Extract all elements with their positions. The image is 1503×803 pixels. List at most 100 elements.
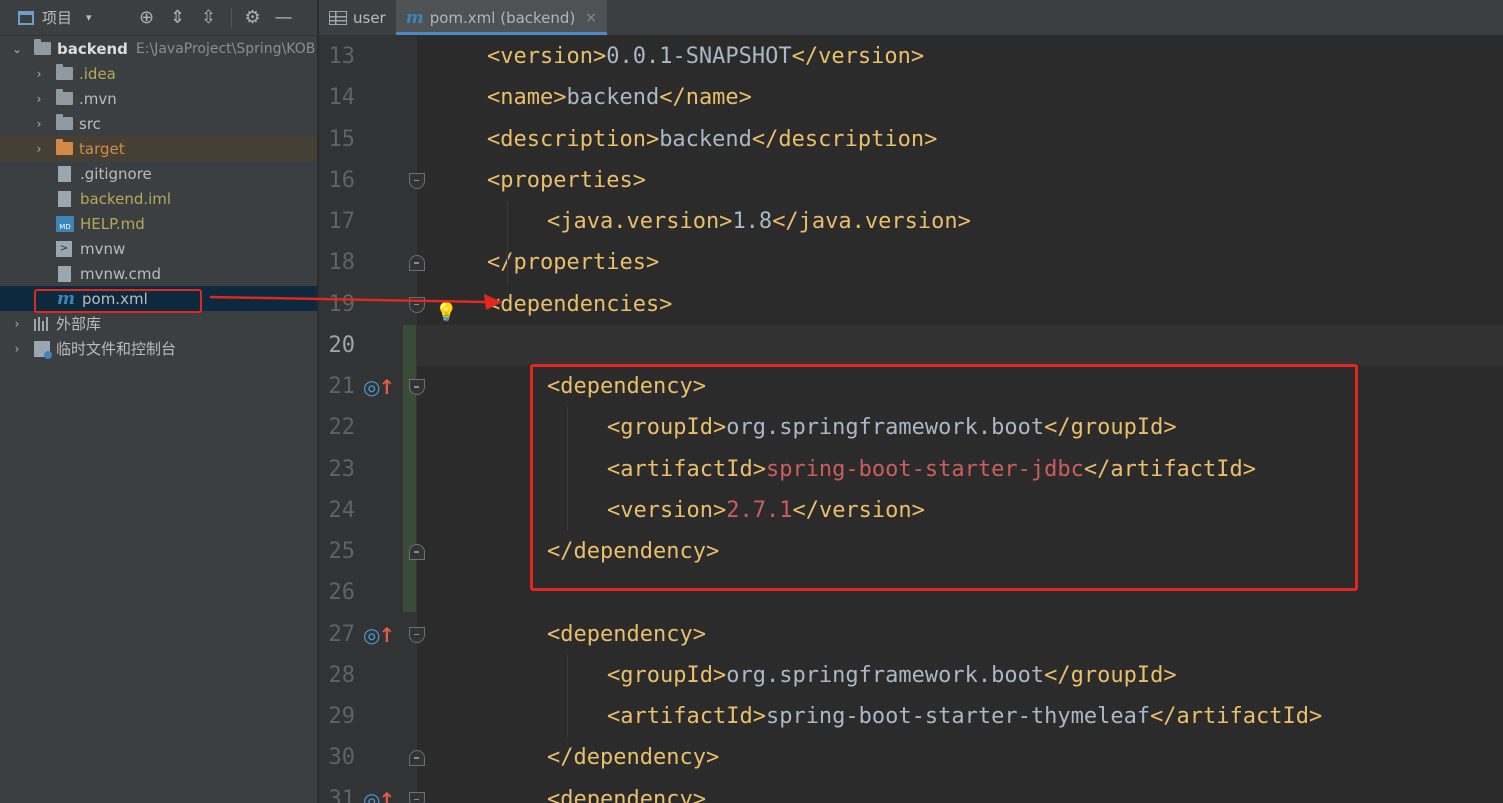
minimize-icon[interactable]: — xyxy=(275,7,293,28)
tree-item-src[interactable]: › src xyxy=(0,111,317,136)
tree-item-label: 临时文件和控制台 xyxy=(56,340,177,358)
tree-item-gitignore[interactable]: .gitignore xyxy=(0,161,317,186)
tree-item-idea[interactable]: › .idea xyxy=(0,61,317,86)
xml-tag: </description> xyxy=(751,126,938,152)
line-number[interactable]: 27 xyxy=(325,614,356,655)
line-number[interactable]: 15 xyxy=(325,119,356,160)
code-line[interactable]: <properties> xyxy=(409,160,1503,201)
code-line[interactable]: 💡 <dependencies> xyxy=(409,284,1503,325)
tree-item-backend-iml[interactable]: backend.iml xyxy=(0,186,317,211)
chevron-right-icon[interactable]: › xyxy=(10,342,24,356)
project-window-icon xyxy=(18,10,34,25)
chevron-down-icon[interactable]: ⌄ xyxy=(10,42,24,56)
code-line[interactable]: </dependency> xyxy=(409,737,1503,778)
code-line[interactable]: <groupId>org.springframework.boot</group… xyxy=(417,655,1503,696)
line-number[interactable]: 13 xyxy=(325,36,356,77)
tree-item-help-md[interactable]: MD HELP.md xyxy=(0,211,317,236)
line-number[interactable]: 31 xyxy=(325,779,356,803)
tree-item-mvnw-cmd[interactable]: mvnw.cmd xyxy=(0,261,317,286)
target-icon[interactable]: ⊕ xyxy=(138,7,156,28)
code-line[interactable]: </properties> xyxy=(409,242,1503,283)
code-line[interactable]: <dependency> xyxy=(409,779,1503,803)
line-number[interactable]: 29 xyxy=(325,696,356,737)
line-number[interactable]: 26 xyxy=(325,572,356,613)
xml-tag: </java.version> xyxy=(772,209,971,234)
gutter-row: 24 xyxy=(319,490,417,531)
tree-root-backend[interactable]: ⌄ backend E:\JavaProject\Spring\KOB xyxy=(0,36,317,61)
code-line[interactable]: <name>backend</name> xyxy=(417,77,1503,118)
line-number[interactable]: 19 xyxy=(325,284,356,325)
code-line[interactable] xyxy=(417,324,1503,366)
line-number[interactable]: 18 xyxy=(325,242,356,283)
line-number[interactable]: 17 xyxy=(325,201,356,242)
collapse-all-icon[interactable]: ⇳ xyxy=(200,7,218,28)
line-number[interactable]: 24 xyxy=(325,490,356,531)
chevron-right-icon[interactable]: › xyxy=(32,92,46,106)
fold-toggle-icon[interactable] xyxy=(409,750,425,767)
tree-item-mvn[interactable]: › .mvn xyxy=(0,86,317,111)
code-line[interactable]: <java.version>1.8</java.version> xyxy=(417,201,1503,242)
code-content: <groupId>org.springframework.boot</group… xyxy=(607,655,1177,696)
fold-toggle-icon[interactable] xyxy=(409,544,425,560)
code-content: </dependency> xyxy=(547,737,719,778)
code-content: <java.version>1.8</java.version> xyxy=(547,201,971,242)
override-gutter-icon[interactable]: ◎↑ xyxy=(363,375,395,399)
markdown-file-icon: MD xyxy=(56,215,74,232)
line-number[interactable]: 14 xyxy=(325,77,356,118)
line-number[interactable]: 28 xyxy=(325,655,356,696)
gutter-row: 13 xyxy=(319,36,417,77)
code-line[interactable]: <version>0.0.1-SNAPSHOT</version> xyxy=(417,36,1503,77)
indent-guide xyxy=(507,201,508,284)
fold-toggle-icon[interactable] xyxy=(409,172,425,189)
code-content: <name>backend</name> xyxy=(487,77,752,118)
line-number[interactable]: 16 xyxy=(325,160,356,201)
line-number[interactable]: 20 xyxy=(325,325,356,366)
gear-icon[interactable]: ⚙ xyxy=(244,7,262,28)
tab-pom-xml[interactable]: m pom.xml (backend) × xyxy=(395,0,608,35)
code-line[interactable]: <artifactId>spring-boot-starter-thymelea… xyxy=(417,696,1503,737)
chevron-right-icon[interactable]: › xyxy=(10,317,24,331)
code-line[interactable]: <description>backend</description> xyxy=(417,119,1503,160)
tree-item-mvnw[interactable]: > mvnw xyxy=(0,236,317,261)
gutter-row: 21 ◎↑ xyxy=(319,366,417,407)
fold-toggle-icon[interactable] xyxy=(409,296,425,313)
xml-tag: <groupId> xyxy=(607,662,727,688)
line-number[interactable]: 23 xyxy=(325,449,356,490)
line-number[interactable]: 25 xyxy=(325,531,356,572)
tab-user[interactable]: user xyxy=(319,0,396,35)
line-number[interactable]: 22 xyxy=(325,407,356,448)
xml-text: backend xyxy=(566,85,660,111)
xml-tag: </version> xyxy=(791,44,925,69)
xml-tag: </dependency> xyxy=(547,745,720,771)
expand-all-icon[interactable]: ⇕ xyxy=(169,7,187,28)
fold-toggle-icon[interactable] xyxy=(409,379,425,395)
override-gutter-icon[interactable]: ◎↑ xyxy=(363,788,395,803)
toolbar-divider xyxy=(230,7,232,28)
gutter-row: 15 xyxy=(319,119,417,160)
project-view-selector[interactable]: 项目 xyxy=(42,7,72,28)
chevron-right-icon[interactable]: › xyxy=(32,142,46,156)
code-line[interactable]: <dependency> xyxy=(409,614,1503,655)
chevron-right-icon[interactable]: › xyxy=(32,117,46,131)
fold-toggle-icon[interactable] xyxy=(409,255,425,272)
table-icon xyxy=(329,10,347,25)
tree-item-scratches[interactable]: › 临时文件和控制台 xyxy=(0,336,317,361)
xml-tag: <dependency> xyxy=(547,786,706,803)
gutter-row: 18 xyxy=(319,242,417,283)
chevron-right-icon[interactable]: › xyxy=(32,67,46,81)
override-gutter-icon[interactable]: ◎↑ xyxy=(363,623,395,647)
fold-toggle-icon[interactable] xyxy=(409,626,425,643)
fold-toggle-icon[interactable] xyxy=(409,791,425,803)
tree-item-label: 外部库 xyxy=(56,315,102,333)
close-icon[interactable]: × xyxy=(585,10,597,26)
tree-item-target[interactable]: › target xyxy=(0,136,317,161)
indent-guide xyxy=(567,654,568,738)
line-number[interactable]: 21 xyxy=(325,366,356,407)
gutter-row: 26 xyxy=(319,572,417,613)
chevron-down-icon[interactable]: ▾ xyxy=(86,11,92,24)
tree-root-path: E:\JavaProject\Spring\KOB xyxy=(135,40,316,57)
tree-item-external-libraries[interactable]: › 外部库 xyxy=(0,311,317,336)
line-number[interactable]: 30 xyxy=(325,737,356,778)
gutter-row: 25 xyxy=(319,531,417,572)
tree-item-label: backend.iml xyxy=(80,189,172,208)
